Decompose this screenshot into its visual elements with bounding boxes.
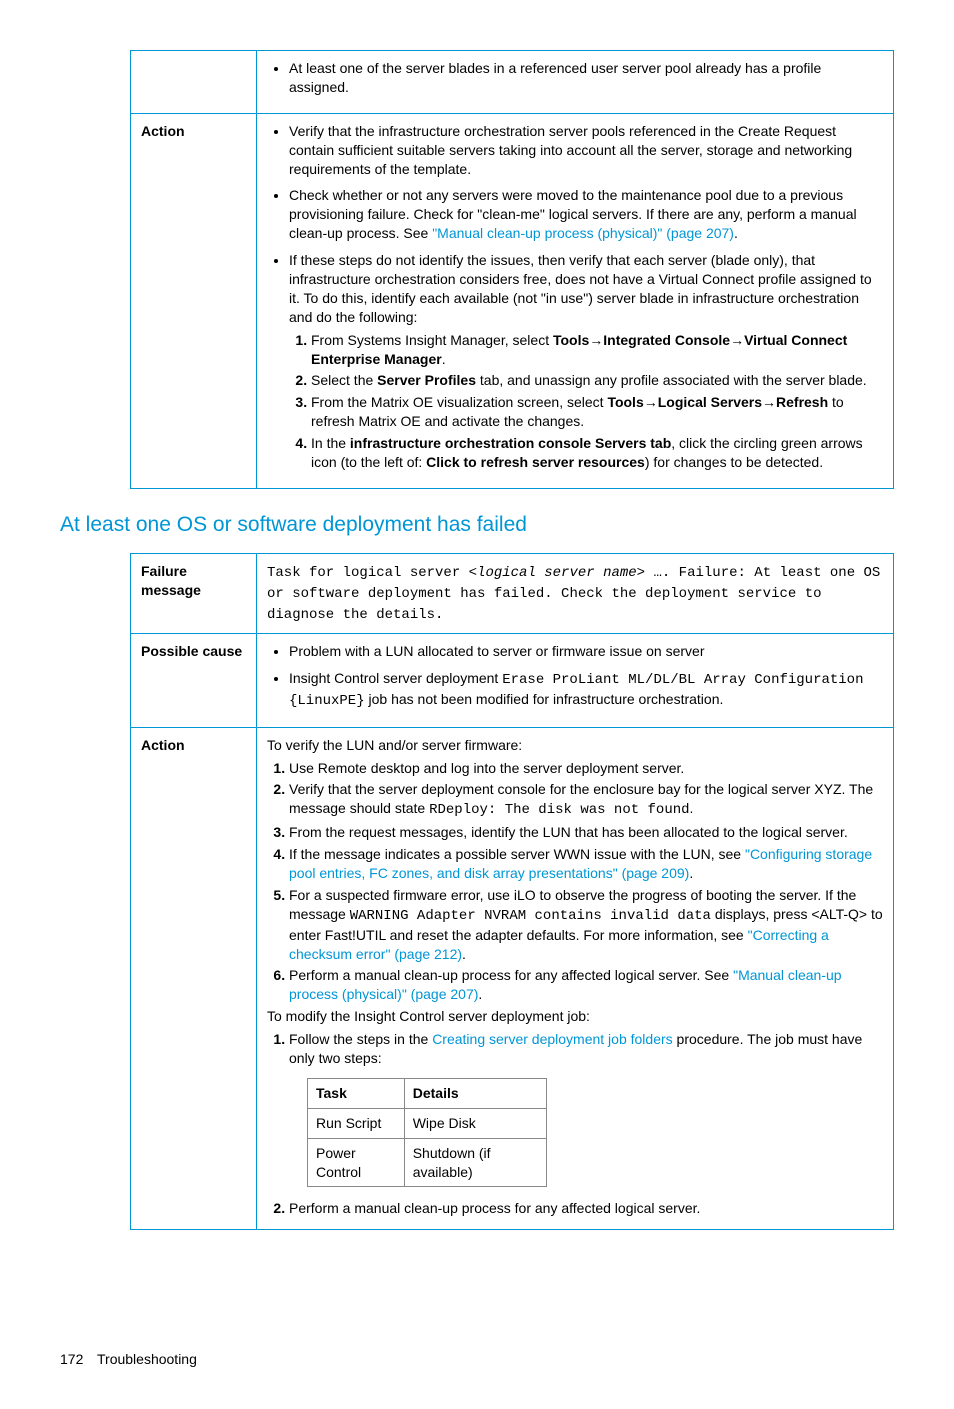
td: Power Control xyxy=(308,1138,405,1187)
step: If the message indicates a possible serv… xyxy=(289,845,883,883)
list-item: If these steps do not identify the issue… xyxy=(289,251,883,472)
bold: infrastructure orchestration console Ser… xyxy=(350,435,671,451)
step: In the infrastructure orchestration cons… xyxy=(311,434,883,472)
row-content: Verify that the infrastructure orchestra… xyxy=(257,113,894,488)
bold: Refresh xyxy=(776,394,828,410)
failure-message-cell: Task for logical server <logical server … xyxy=(257,554,894,634)
th-task: Task xyxy=(308,1078,405,1108)
text: . xyxy=(734,225,738,241)
step: Follow the steps in the Creating server … xyxy=(289,1030,883,1187)
bold: Integrated Console xyxy=(603,332,730,348)
text: ) for changes to be detected. xyxy=(645,454,823,470)
step: Perform a manual clean-up process for an… xyxy=(289,966,883,1004)
list-item: At least one of the server blades in a r… xyxy=(289,59,883,97)
row-label-action: Action xyxy=(131,113,257,488)
row-content: At least one of the server blades in a r… xyxy=(257,51,894,114)
section-heading: At least one OS or software deployment h… xyxy=(60,511,894,539)
text: If the message indicates a possible serv… xyxy=(289,846,745,862)
text: From Systems Insight Manager, select xyxy=(311,332,553,348)
step: Verify that the server deployment consol… xyxy=(289,780,883,820)
text: If these steps do not identify the issue… xyxy=(289,252,872,325)
row-content: To verify the LUN and/or server firmware… xyxy=(257,727,894,1230)
text: . xyxy=(478,986,482,1002)
link-creating-deployment-jobs[interactable]: Creating server deployment job folders xyxy=(432,1031,672,1047)
text: job has not been modified for infrastruc… xyxy=(365,691,724,707)
link-manual-cleanup[interactable]: "Manual clean-up process (physical)" (pa… xyxy=(432,225,734,241)
troubleshoot-table-1: At least one of the server blades in a r… xyxy=(130,50,894,489)
mono-text: RDeploy: The disk was not found xyxy=(429,802,689,818)
mono-text: WARNING Adapter NVRAM contains invalid d… xyxy=(350,908,711,924)
step: For a suspected firmware error, use iLO … xyxy=(289,886,883,964)
task-details-table: Task Details Run Script Wipe Disk Power … xyxy=(307,1078,547,1188)
row-label-failure-message: Failure message xyxy=(131,554,257,634)
list-item: Insight Control server deployment Erase … xyxy=(289,669,883,711)
step: From the Matrix OE visualization screen,… xyxy=(311,393,883,431)
bold: Logical Servers xyxy=(658,394,762,410)
td: Shutdown (if available) xyxy=(404,1138,546,1187)
text: tab, and unassign any profile associated… xyxy=(476,372,867,388)
intro-text: To modify the Insight Control server dep… xyxy=(267,1007,883,1026)
list-item: Verify that the infrastructure orchestra… xyxy=(289,122,883,179)
step: From Systems Insight Manager, select Too… xyxy=(311,331,883,369)
text: . xyxy=(690,800,694,816)
bold: Tools xyxy=(607,394,643,410)
bold: Click to refresh server resources xyxy=(426,454,645,470)
text: . xyxy=(462,946,466,962)
text: In the xyxy=(311,435,350,451)
step: Perform a manual clean-up process for an… xyxy=(289,1199,883,1218)
list-item: Problem with a LUN allocated to server o… xyxy=(289,642,883,661)
step: From the request messages, identify the … xyxy=(289,823,883,842)
text: . xyxy=(442,351,446,367)
text: Select the xyxy=(311,372,377,388)
step: Use Remote desktop and log into the serv… xyxy=(289,759,883,778)
troubleshoot-table-2: Failure message Task for logical server … xyxy=(130,553,894,1230)
bold: Tools xyxy=(553,332,589,348)
bold: Server Profiles xyxy=(377,372,476,388)
mono-text: Task for logical server <logical server … xyxy=(267,565,880,623)
list-item: Check whether or not any servers were mo… xyxy=(289,186,883,243)
row-label-possible-cause: Possible cause xyxy=(131,633,257,727)
td: Wipe Disk xyxy=(404,1108,546,1138)
th-details: Details xyxy=(404,1078,546,1108)
row-label-action: Action xyxy=(131,727,257,1230)
text: From the Matrix OE visualization screen,… xyxy=(311,394,607,410)
page-footer: 172 Troubleshooting xyxy=(60,1350,894,1369)
row-content: Problem with a LUN allocated to server o… xyxy=(257,633,894,727)
td: Run Script xyxy=(308,1108,405,1138)
text: . xyxy=(689,865,693,881)
footer-section: Troubleshooting xyxy=(97,1351,197,1367)
row-label xyxy=(131,51,257,114)
step: Select the Server Profiles tab, and unas… xyxy=(311,371,883,390)
text: Insight Control server deployment xyxy=(289,670,502,686)
intro-text: To verify the LUN and/or server firmware… xyxy=(267,736,883,755)
page-number: 172 xyxy=(60,1350,83,1369)
text: Perform a manual clean-up process for an… xyxy=(289,967,733,983)
text: Follow the steps in the xyxy=(289,1031,432,1047)
